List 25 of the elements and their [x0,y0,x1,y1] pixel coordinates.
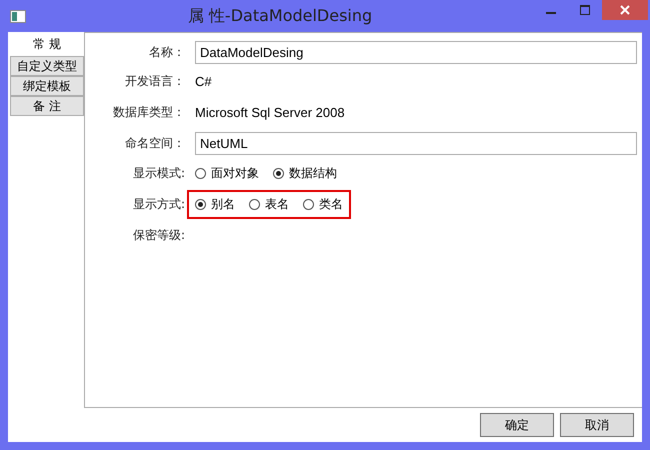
close-icon [620,5,630,15]
field-label: 名称： [148,44,186,60]
window-title: 属 性-DataModelDesing [186,6,374,26]
radio-option[interactable]: 别名 [195,196,235,213]
field-label: 保密等级: [132,227,186,244]
radio-option[interactable]: 面对对象 [195,165,259,182]
field-value: Microsoft Sql Server 2008 [195,105,345,120]
field-value: C# [195,74,212,89]
tab[interactable]: 自定义类型 [10,56,84,76]
input-field[interactable]: NetUML [195,132,637,154]
radio-option[interactable]: 表名 [249,196,289,213]
radio-option[interactable]: 数据结构 [273,165,337,182]
dialog-button[interactable]: 取消 [560,413,634,437]
field-label: 显示方式: [132,196,186,213]
dialog-button[interactable]: 确定 [480,413,554,437]
radio-option[interactable]: 类名 [303,196,343,213]
field-label: 数据库类型： [112,104,186,121]
field-label: 显示模式: [132,165,186,182]
input-field[interactable]: DataModelDesing [195,40,637,64]
tab[interactable]: 备 注 [10,96,84,116]
close-button[interactable] [602,0,648,20]
field-label: 开发语言： [124,73,186,90]
app-icon [10,10,26,22]
field-label: 命名空间： [124,134,186,152]
tab[interactable]: 绑定模板 [10,76,84,96]
